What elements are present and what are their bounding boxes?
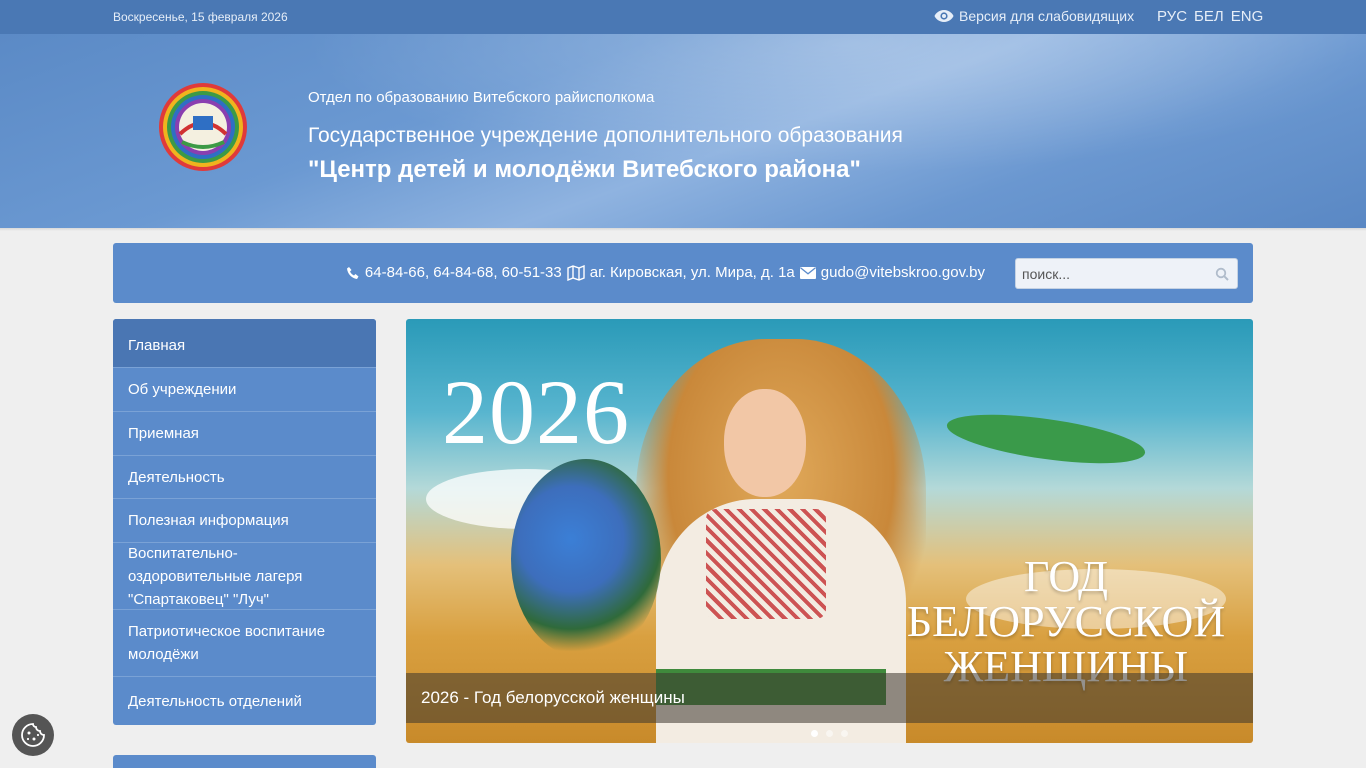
language-switcher: РУС БЕЛ ENG: [1157, 8, 1263, 25]
envelope-icon: [799, 266, 816, 279]
address: аг. Кировская, ул. Мира, д. 1а: [589, 264, 795, 281]
slider-dot[interactable]: [841, 729, 848, 737]
slider-dots: [406, 723, 1253, 743]
top-bar: Воскресенье, 15 февраля 2026 Версия для …: [0, 0, 1366, 34]
lang-ru[interactable]: РУС: [1157, 8, 1187, 25]
institution-title: Государственное учреждение дополнительно…: [308, 124, 903, 147]
banner-slogan: ГОД БЕЛОРУССКОЙ ЖЕНЩИНЫ: [886, 552, 1246, 690]
email-link[interactable]: gudo@vitebskroo.gov.by: [821, 264, 985, 281]
banner-caption[interactable]: 2026 - Год белорусской женщины: [406, 673, 1253, 723]
department-title: Отдел по образованию Витебского райиспол…: [308, 89, 655, 106]
low-vision-label: Версия для слабовидящих: [959, 8, 1135, 24]
search-icon[interactable]: [1215, 267, 1229, 281]
slider-dot[interactable]: [811, 729, 818, 737]
cookie-icon: [21, 723, 45, 747]
site-header: Отдел по образованию Витебского райиспол…: [0, 34, 1366, 228]
search-input[interactable]: [1022, 265, 1212, 283]
sidebar-item-home[interactable]: Главная: [113, 319, 376, 368]
shirt-embroidery: [706, 509, 826, 619]
sidebar-item-activity[interactable]: Деятельность: [113, 456, 376, 499]
sidebar-secondary-panel: [113, 755, 376, 768]
sidebar-item-label: Об учреждении: [128, 381, 237, 398]
sidebar-item-patriotic[interactable]: Патриотическое воспитание молодёжи: [113, 610, 376, 677]
cookie-settings-button[interactable]: [12, 714, 54, 756]
banner-slider[interactable]: 2026 ГОД БЕЛОРУССКОЙ ЖЕНЩИНЫ 2026 - Год …: [406, 319, 1253, 743]
header-shadow: [0, 228, 1366, 231]
sidebar-item-label: Деятельность отделений: [128, 692, 302, 710]
sidebar-item-camps[interactable]: Воспитательно-оздоровительные лагеря "Сп…: [113, 543, 376, 610]
phone-numbers[interactable]: 64-84-66, 64-84-68, 60-51-33: [365, 264, 562, 281]
banner-year: 2026: [442, 361, 630, 463]
lang-be[interactable]: БЕЛ: [1194, 8, 1224, 25]
phone-icon: [346, 266, 359, 279]
map-icon: [567, 264, 585, 281]
sidebar-menu: Главная Об учреждении Приемная Деятельно…: [113, 319, 376, 725]
lang-en[interactable]: ENG: [1231, 8, 1264, 25]
slogan-line: БЕЛОРУССКОЙ: [906, 596, 1226, 646]
site-name[interactable]: "Центр детей и молодёжи Витебского район…: [308, 156, 861, 184]
contact-bar: 64-84-66, 64-84-68, 60-51-33 аг. Кировск…: [113, 243, 1253, 303]
low-vision-link[interactable]: Версия для слабовидящих: [934, 8, 1134, 24]
banner-caption-text: 2026 - Год белорусской женщины: [421, 688, 685, 707]
slogan-line: ГОД: [1024, 552, 1108, 601]
sidebar-item-label: Полезная информация: [128, 512, 289, 529]
sidebar-item-departments[interactable]: Деятельность отделений: [113, 677, 376, 725]
cornflower-bouquet: [511, 459, 661, 659]
sidebar-item-useful-info[interactable]: Полезная информация: [113, 499, 376, 543]
slider-dot[interactable]: [826, 729, 833, 737]
sidebar-item-about[interactable]: Об учреждении: [113, 368, 376, 412]
institution-logo[interactable]: [158, 82, 248, 172]
sidebar-item-label: Воспитательно-оздоровительные лагеря "Сп…: [128, 544, 303, 608]
girl-face: [724, 389, 806, 497]
sidebar-item-label: Главная: [128, 337, 186, 354]
search-box: [1015, 258, 1238, 289]
sidebar-item-label: Деятельность: [128, 468, 225, 486]
green-ribbon: [944, 405, 1148, 473]
sidebar-item-reception[interactable]: Приемная: [113, 412, 376, 456]
sidebar-item-label: Патриотическое воспитание молодёжи: [128, 623, 326, 663]
sidebar-item-label: Приемная: [128, 425, 199, 442]
eye-icon: [934, 10, 954, 22]
current-date: Воскресенье, 15 февраля 2026: [113, 10, 288, 24]
contact-info: 64-84-66, 64-84-68, 60-51-33 аг. Кировск…: [346, 264, 985, 281]
